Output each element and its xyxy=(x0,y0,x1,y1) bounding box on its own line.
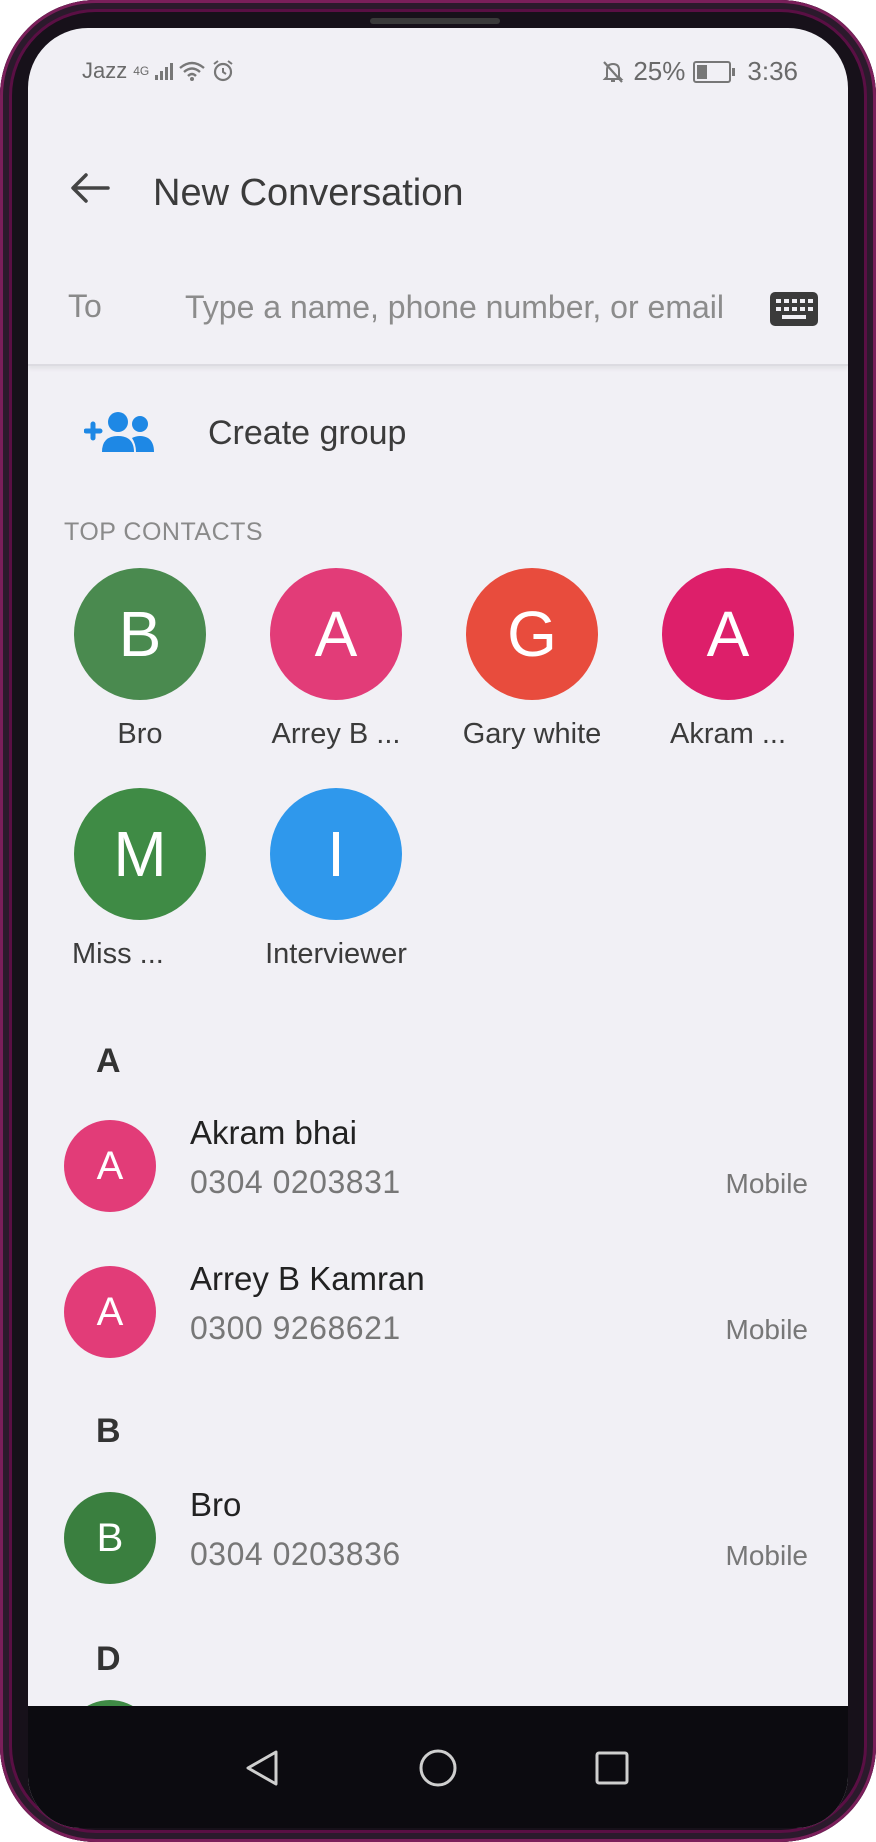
contact-phone: 0300 9268621 xyxy=(190,1310,401,1346)
contact-avatar: G xyxy=(466,568,598,700)
contact-row[interactable]: A Arrey B Kamran 0300 9268621 Mobile xyxy=(28,1250,848,1380)
alarm-icon xyxy=(213,60,233,82)
app-bar: New Conversation xyxy=(28,138,848,238)
top-contacts-heading: TOP CONTACTS xyxy=(64,518,264,546)
create-group-button[interactable]: Create group xyxy=(28,388,848,478)
contact-avatar: A xyxy=(64,1266,156,1358)
contact-name: Akram bhai xyxy=(190,1114,357,1151)
contact-avatar: B xyxy=(64,1492,156,1584)
contact-row[interactable]: A Akram bhai 0304 0203831 Mobile xyxy=(28,1104,848,1234)
top-contact[interactable]: G Gary white xyxy=(428,568,618,758)
contact-name: Arrey B ... xyxy=(271,718,401,750)
section-header-b: B xyxy=(96,1412,121,1450)
phone-type: Mobile xyxy=(725,1540,808,1571)
contact-avatar: A xyxy=(270,568,402,700)
nav-back-button[interactable] xyxy=(222,1728,302,1808)
top-contact[interactable]: I Interviewer xyxy=(232,788,422,978)
clock: 3:36 xyxy=(747,56,798,86)
keyboard-icon[interactable] xyxy=(770,292,818,326)
triangle-back-icon xyxy=(246,1750,278,1786)
contact-name: Akram ... xyxy=(669,718,786,750)
phone-frame: Jazz 4G 25% 3:36 New Conversation To Typ… xyxy=(0,0,876,1842)
section-header-a: A xyxy=(96,1042,121,1080)
contact-avatar: M xyxy=(74,788,206,920)
contact-name: Gary white xyxy=(462,718,602,750)
contact-name: Arrey B Kamran xyxy=(190,1260,425,1297)
to-label: To xyxy=(68,288,102,324)
contact-row[interactable]: B Bro 0304 0203836 Mobile xyxy=(28,1476,848,1606)
system-nav-bar xyxy=(28,1706,848,1828)
recipient-input[interactable] xyxy=(183,276,747,338)
circle-home-icon xyxy=(419,1749,457,1787)
carrier-label: Jazz xyxy=(82,58,128,83)
contact-phone: 0304 0203836 xyxy=(190,1536,401,1572)
battery-percent: 25% xyxy=(633,56,686,86)
back-button[interactable] xyxy=(62,160,118,216)
contact-avatar: A xyxy=(662,568,794,700)
top-contact[interactable]: A Akram ... xyxy=(624,568,814,758)
contact-name: Bro xyxy=(117,718,163,750)
contact-phone: 0304 0203831 xyxy=(190,1164,401,1200)
top-contact[interactable]: M Miss ... xyxy=(36,788,226,978)
contact-name: Interviewer xyxy=(265,938,407,970)
square-recents-icon xyxy=(595,1751,629,1785)
status-bar: Jazz 4G 25% 3:36 xyxy=(28,28,848,118)
battery-icon xyxy=(693,60,736,83)
contact-avatar: B xyxy=(74,568,206,700)
phone-type: Mobile xyxy=(725,1314,808,1345)
contact-avatar: A xyxy=(64,1120,156,1212)
wifi-icon xyxy=(179,61,206,81)
network-type: 4G xyxy=(133,64,150,78)
phone-type: Mobile xyxy=(725,1168,808,1199)
signal-icon xyxy=(155,62,174,80)
nav-home-button[interactable] xyxy=(398,1728,478,1808)
recipient-bar: To xyxy=(28,254,848,366)
screen: Jazz 4G 25% 3:36 New Conversation To Typ… xyxy=(28,28,848,1828)
section-header-d: D xyxy=(96,1640,121,1678)
top-contact[interactable]: A Arrey B ... xyxy=(232,568,422,758)
top-contact[interactable]: B Bro xyxy=(36,568,226,758)
add-group-icon xyxy=(84,412,154,452)
create-group-label: Create group xyxy=(208,414,407,452)
mute-icon xyxy=(602,60,624,83)
contact-avatar: I xyxy=(270,788,402,920)
nav-recents-button[interactable] xyxy=(572,1728,652,1808)
contact-name: Bro xyxy=(190,1486,242,1523)
arrow-left-icon xyxy=(71,173,110,203)
page-title: New Conversation xyxy=(153,172,464,214)
speaker-grille xyxy=(370,18,500,24)
